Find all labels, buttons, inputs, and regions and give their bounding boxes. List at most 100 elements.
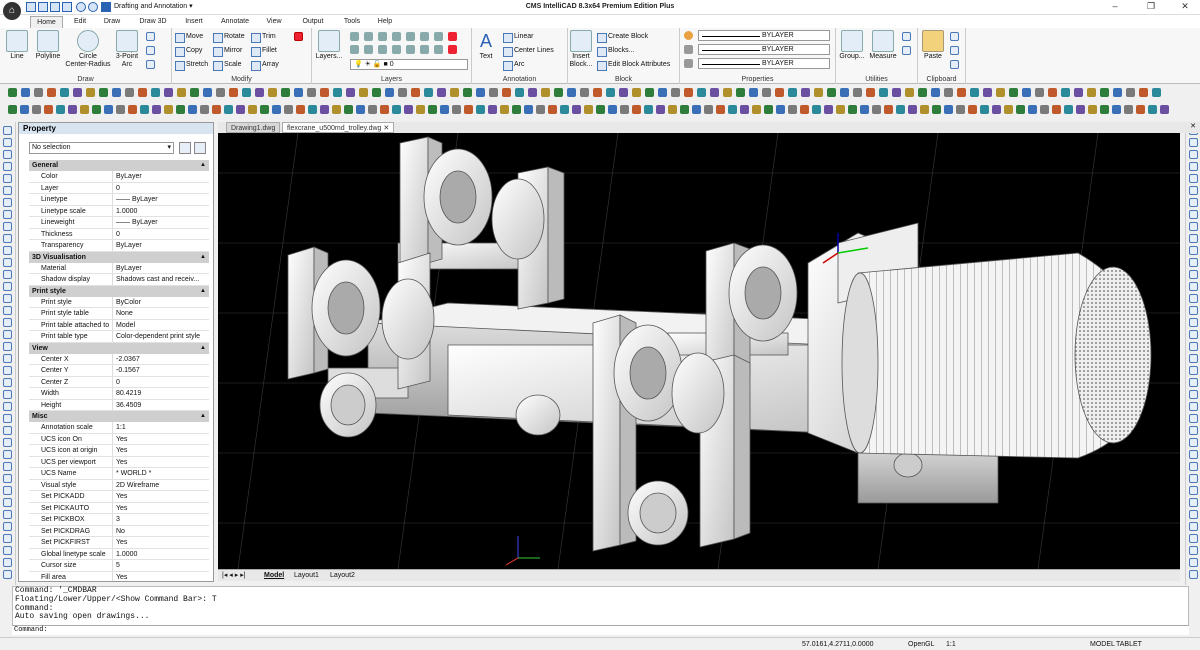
toolbar-tool-icon[interactable] — [116, 105, 125, 114]
toolbar-tool-icon[interactable] — [548, 105, 557, 114]
toolbar-tool-icon[interactable] — [824, 105, 833, 114]
toolbar-tool-icon[interactable] — [560, 105, 569, 114]
toolbar-tool-icon[interactable] — [668, 105, 677, 114]
side-tool-icon[interactable] — [3, 378, 12, 387]
toolbar-tool-icon[interactable] — [203, 88, 212, 97]
side-tool-icon[interactable] — [1189, 150, 1198, 159]
toolbar-tool-icon[interactable] — [346, 88, 355, 97]
trim-button[interactable]: Trim — [250, 31, 276, 43]
create-block-button[interactable]: Create Block — [596, 31, 648, 43]
layer-tool-3-icon[interactable] — [378, 32, 387, 41]
side-tool-icon[interactable] — [3, 126, 12, 135]
side-tool-icon[interactable] — [3, 486, 12, 495]
property-row[interactable]: Print table attached to Model — [29, 319, 209, 331]
side-tool-icon[interactable] — [3, 546, 12, 555]
toolbar-tool-icon[interactable] — [736, 88, 745, 97]
toolbar-tool-icon[interactable] — [1035, 88, 1044, 97]
toolbar-tool-icon[interactable] — [645, 88, 654, 97]
toolbar-tool-icon[interactable] — [908, 105, 917, 114]
toolbar-tool-icon[interactable] — [450, 88, 459, 97]
layer-tool-14-icon[interactable] — [434, 45, 443, 54]
toolbar-tool-icon[interactable] — [80, 105, 89, 114]
array-button[interactable]: Array — [250, 59, 279, 71]
side-tool-icon[interactable] — [1189, 450, 1198, 459]
property-value[interactable]: -2.0367 — [113, 354, 209, 365]
toolbar-tool-icon[interactable] — [584, 105, 593, 114]
toolbar-tool-icon[interactable] — [320, 105, 329, 114]
toolbar-tool-icon[interactable] — [128, 105, 137, 114]
toolbar-tool-icon[interactable] — [884, 105, 893, 114]
toolbar-tool-icon[interactable] — [8, 88, 17, 97]
side-tool-icon[interactable] — [3, 354, 12, 363]
toolbar-tool-icon[interactable] — [164, 88, 173, 97]
side-tool-icon[interactable] — [1189, 318, 1198, 327]
side-tool-icon[interactable] — [3, 138, 12, 147]
toolbar-tool-icon[interactable] — [944, 105, 953, 114]
toolbar-tool-icon[interactable] — [814, 88, 823, 97]
toolbar-tool-icon[interactable] — [489, 88, 498, 97]
property-value[interactable]: 3 — [113, 514, 209, 525]
side-tool-icon[interactable] — [1189, 174, 1198, 183]
toolbar-tool-icon[interactable] — [359, 88, 368, 97]
side-tool-icon[interactable] — [1189, 294, 1198, 303]
layer-tool-13-icon[interactable] — [420, 45, 429, 54]
side-tool-icon[interactable] — [1189, 186, 1198, 195]
property-value[interactable]: 0 — [113, 377, 209, 388]
property-row[interactable]: UCS icon at origin Yes — [29, 445, 209, 457]
toolbar-tool-icon[interactable] — [1100, 88, 1109, 97]
erase-icon[interactable] — [294, 32, 303, 41]
toolbar-tool-icon[interactable] — [463, 88, 472, 97]
tab-output[interactable]: Output — [296, 16, 330, 28]
toolbar-tool-icon[interactable] — [488, 105, 497, 114]
linetype-select[interactable]: BYLAYER — [698, 44, 830, 55]
property-row[interactable]: Global linetype scale 1.0000 — [29, 548, 209, 560]
property-value[interactable]: 5 — [113, 560, 209, 571]
tab-tools[interactable]: Tools — [338, 16, 366, 28]
toolbar-tool-icon[interactable] — [1160, 105, 1169, 114]
side-tool-icon[interactable] — [1189, 402, 1198, 411]
side-tool-icon[interactable] — [1189, 534, 1198, 543]
side-tool-icon[interactable] — [3, 534, 12, 543]
side-tool-icon[interactable] — [3, 258, 12, 267]
fillet-button[interactable]: Fillet — [250, 45, 277, 57]
toolbar-tool-icon[interactable] — [424, 88, 433, 97]
property-value[interactable]: —— ByLayer — [113, 194, 209, 205]
doc-tab-flexcrane[interactable]: flexcrane_u500md_trolley.dwg ✕ — [282, 122, 395, 133]
toolbar-tool-icon[interactable] — [572, 105, 581, 114]
toolbar-tool-icon[interactable] — [1124, 105, 1133, 114]
toolbar-tool-icon[interactable] — [404, 105, 413, 114]
property-row[interactable]: UCS per viewport Yes — [29, 456, 209, 468]
toolbar-tool-icon[interactable] — [918, 88, 927, 97]
toolbar-tool-icon[interactable] — [8, 105, 17, 114]
toolbar-tool-icon[interactable] — [32, 105, 41, 114]
toolbar-tool-icon[interactable] — [840, 88, 849, 97]
property-value[interactable]: Model — [113, 320, 209, 331]
side-tool-icon[interactable] — [1189, 414, 1198, 423]
toolbar-tool-icon[interactable] — [593, 88, 602, 97]
toolbar-tool-icon[interactable] — [236, 105, 245, 114]
property-value[interactable]: Shadows cast and receiv... — [113, 274, 209, 285]
toolbar-tool-icon[interactable] — [632, 88, 641, 97]
toolbar-tool-icon[interactable] — [957, 88, 966, 97]
toolbar-tool-icon[interactable] — [392, 105, 401, 114]
tab-insert[interactable]: Insert — [180, 16, 208, 28]
property-row[interactable]: Material ByLayer — [29, 262, 209, 274]
toolbar-tool-icon[interactable] — [606, 88, 615, 97]
property-row[interactable]: Shadow display Shadows cast and receiv... — [29, 274, 209, 286]
side-tool-icon[interactable] — [3, 558, 12, 567]
section-header[interactable]: General — [29, 160, 209, 171]
property-value[interactable]: 1.0000 — [113, 549, 209, 560]
property-row[interactable]: Set PICKAUTO Yes — [29, 502, 209, 514]
quick-select-icon[interactable] — [902, 32, 911, 41]
side-tool-icon[interactable] — [1189, 222, 1198, 231]
property-value[interactable]: ByLayer — [113, 171, 209, 182]
toolbar-tool-icon[interactable] — [1100, 105, 1109, 114]
toolbar-tool-icon[interactable] — [567, 88, 576, 97]
layout-nav-buttons[interactable]: |◂ ◂ ▸ ▸| — [222, 570, 262, 581]
layer-tool-1-icon[interactable] — [350, 32, 359, 41]
side-tool-icon[interactable] — [3, 498, 12, 507]
side-tool-icon[interactable] — [1189, 258, 1198, 267]
property-value[interactable]: 1:1 — [113, 422, 209, 433]
toolbar-tool-icon[interactable] — [892, 88, 901, 97]
side-tool-icon[interactable] — [3, 414, 12, 423]
